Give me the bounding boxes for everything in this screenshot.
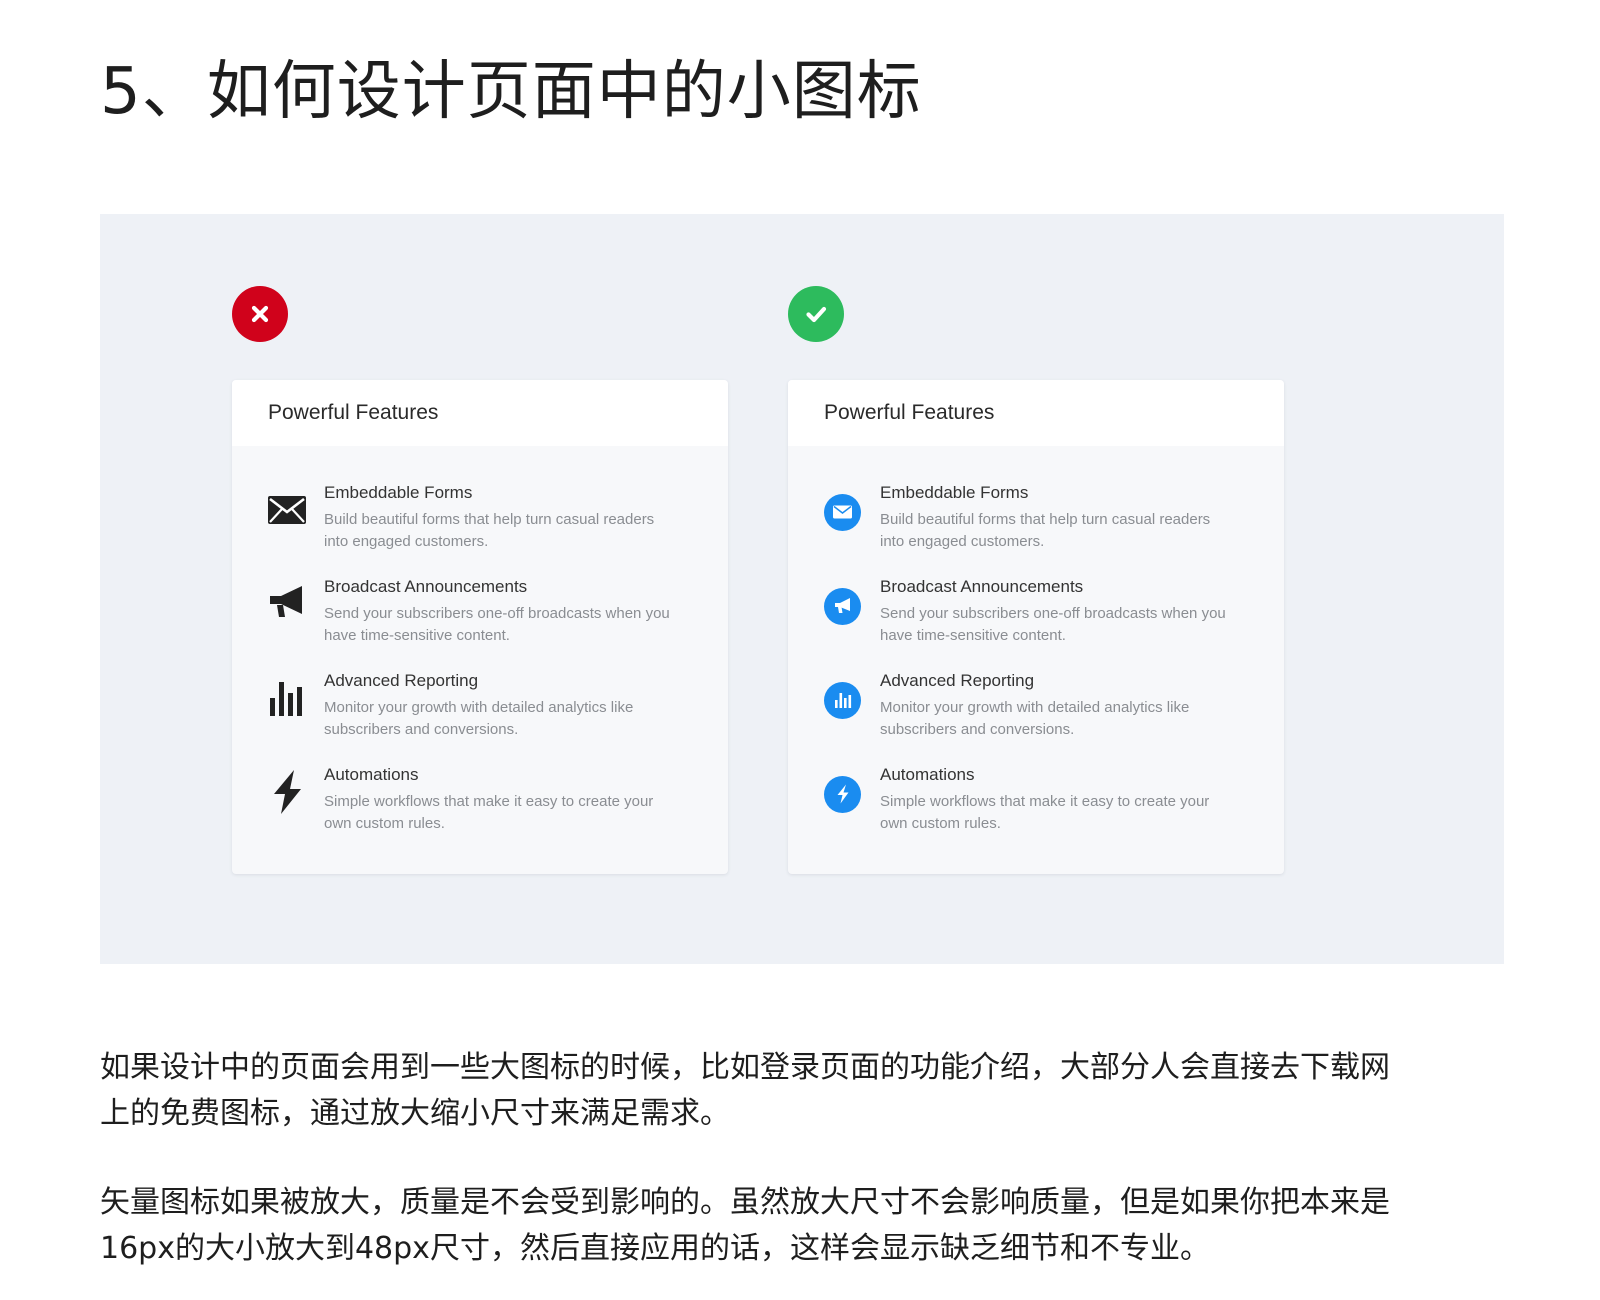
- right-badge: [788, 286, 844, 342]
- feature-description: Simple workflows that make it easy to cr…: [880, 793, 1210, 832]
- feature-item-automations: Automations Simple workflows that make i…: [268, 762, 692, 856]
- feature-description: Send your subscribers one-off broadcasts…: [324, 605, 670, 644]
- check-icon: [806, 306, 827, 323]
- envelope-icon: [268, 480, 324, 540]
- comparison-panel: Powerful Features Embeddable Forms Build…: [100, 214, 1504, 964]
- card-header: Powerful Features: [788, 380, 1284, 446]
- feature-item-broadcast: Broadcast Announcements Send your subscr…: [824, 574, 1248, 668]
- card-header: Powerful Features: [232, 380, 728, 446]
- feature-item-automations: Automations Simple workflows that make i…: [824, 762, 1248, 856]
- card-title: Powerful Features: [268, 401, 439, 424]
- megaphone-icon: [268, 574, 324, 634]
- feature-description: Send your subscribers one-off broadcasts…: [880, 605, 1226, 644]
- feature-title: Embeddable Forms: [880, 483, 1029, 502]
- lightning-icon: [824, 775, 861, 813]
- wrong-badge: [232, 286, 288, 342]
- feature-item-reporting: Advanced Reporting Monitor your growth w…: [268, 668, 692, 762]
- feature-title: Automations: [880, 765, 975, 784]
- bar-chart-icon: [824, 681, 861, 719]
- feature-item-reporting: Advanced Reporting Monitor your growth w…: [824, 668, 1248, 762]
- feature-title: Broadcast Announcements: [880, 577, 1084, 596]
- close-icon: [251, 305, 269, 323]
- feature-item-embeddable-forms: Embeddable Forms Build beautiful forms t…: [824, 480, 1248, 574]
- feature-description: Monitor your growth with detailed analyt…: [880, 699, 1190, 738]
- paragraph-2: 矢量图标如果被放大，质量是不会受到影响的。虽然放大尺寸不会影响质量，但是如果你把…: [100, 1185, 1390, 1266]
- feature-description: Build beautiful forms that help turn cas…: [880, 511, 1211, 550]
- feature-title: Automations: [324, 765, 419, 784]
- feature-item-broadcast: Broadcast Announcements Send your subscr…: [268, 574, 692, 668]
- envelope-icon: [824, 493, 861, 531]
- bar-chart-icon: [268, 668, 324, 728]
- feature-title: Embeddable Forms: [324, 483, 473, 502]
- feature-list: Embeddable Forms Build beautiful forms t…: [232, 446, 728, 856]
- feature-card-wrong: Powerful Features Embeddable Forms Build…: [232, 380, 728, 874]
- card-title: Powerful Features: [824, 401, 995, 424]
- feature-list: Embeddable Forms Build beautiful forms t…: [788, 446, 1284, 856]
- megaphone-icon: [824, 587, 861, 625]
- feature-description: Simple workflows that make it easy to cr…: [324, 793, 654, 832]
- feature-title: Advanced Reporting: [324, 671, 479, 690]
- page-title: 5、如何设计页面中的小图标: [100, 55, 922, 129]
- feature-item-embeddable-forms: Embeddable Forms Build beautiful forms t…: [268, 480, 692, 574]
- feature-description: Build beautiful forms that help turn cas…: [324, 511, 655, 550]
- feature-title: Broadcast Announcements: [324, 577, 528, 596]
- feature-description: Monitor your growth with detailed analyt…: [324, 699, 634, 738]
- lightning-icon: [268, 762, 324, 822]
- paragraph-1: 如果设计中的页面会用到一些大图标的时候，比如登录页面的功能介绍，大部分人会直接去…: [100, 1050, 1390, 1131]
- feature-title: Advanced Reporting: [880, 671, 1035, 690]
- feature-card-right: Powerful Features Embeddable Forms Build…: [788, 380, 1284, 874]
